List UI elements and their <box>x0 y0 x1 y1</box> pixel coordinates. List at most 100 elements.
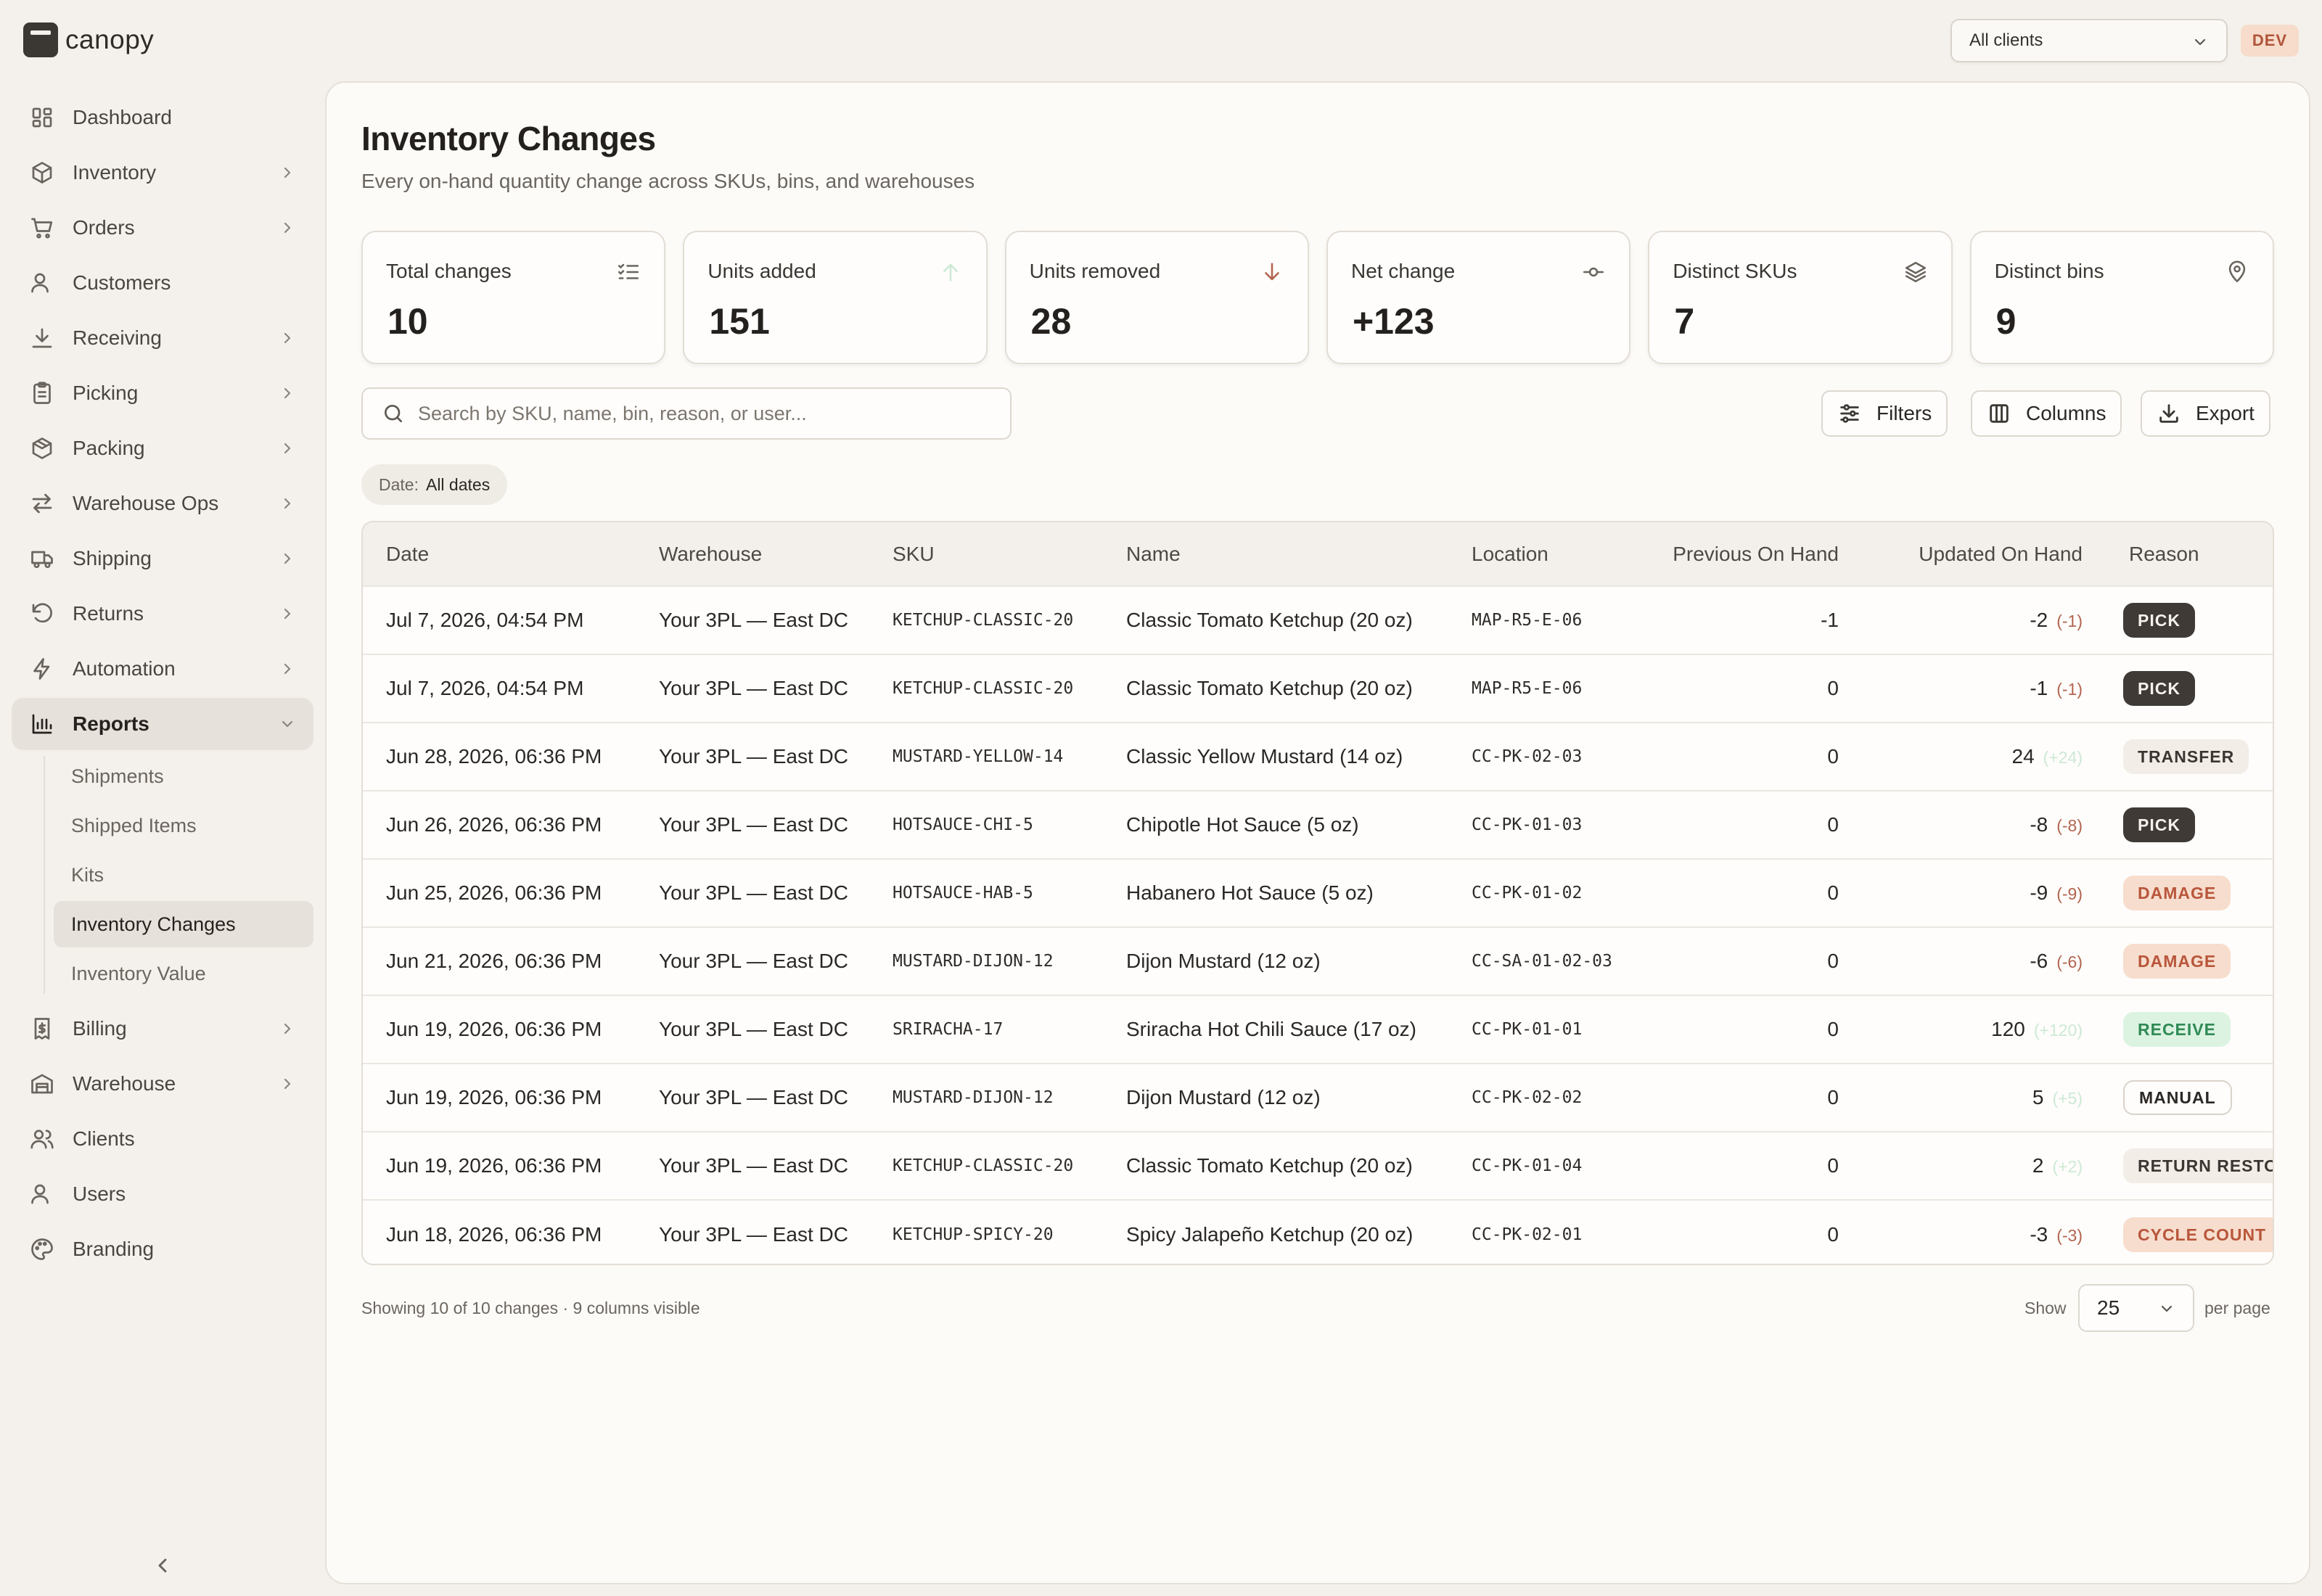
sidebar-item-returns[interactable]: Returns <box>12 588 313 640</box>
chevron-right-icon <box>279 440 296 457</box>
filters-button[interactable]: Filters <box>1821 390 1948 437</box>
cell-location: CC-SA-01-02-03 <box>1472 952 1612 971</box>
sidebar-item-customers[interactable]: Customers <box>12 257 313 309</box>
sidebar-item-warehouse[interactable]: Warehouse <box>12 1058 313 1110</box>
table-row[interactable]: Jun 18, 2026, 06:36 PM Your 3PL — East DC… <box>363 1200 2273 1264</box>
sidebar-item-label: Clients <box>73 1127 135 1150</box>
users-icon <box>29 1126 55 1152</box>
page-size-select[interactable]: 25 <box>2078 1284 2194 1332</box>
column-header-warehouse[interactable]: Warehouse <box>636 522 869 586</box>
sidebar-item-label: Shipping <box>73 547 152 569</box>
cell-name: Classic Tomato Ketchup (20 oz) <box>1126 1154 1413 1177</box>
sidebar-item-automation[interactable]: Automation <box>12 643 313 695</box>
sidebar: canopy Dashboard Inventory Orders Customers… <box>0 0 324 1596</box>
search-input[interactable] <box>418 402 998 425</box>
user-icon <box>29 1181 55 1207</box>
cell-updated-on-hand: 2 (+2) <box>1862 1132 2106 1200</box>
table-row[interactable]: Jul 7, 2026, 04:54 PM Your 3PL — East DC K… <box>363 654 2273 723</box>
updated-value: -3 <box>2030 1222 2048 1246</box>
chevron-down-icon <box>279 715 296 733</box>
table-row[interactable]: Jun 19, 2026, 06:36 PM Your 3PL — East DC… <box>363 1132 2273 1200</box>
sidebar-item-receiving[interactable]: Receiving <box>12 312 313 364</box>
cell-date: Jun 19, 2026, 06:36 PM <box>386 1154 602 1177</box>
cell-updated-on-hand: -2 (-1) <box>1862 586 2106 654</box>
table-summary: Showing 10 of 10 changes · 9 columns vis… <box>361 1299 700 1317</box>
cell-date: Jun 28, 2026, 06:36 PM <box>386 745 602 768</box>
table-row[interactable]: Jun 21, 2026, 06:36 PM Your 3PL — East DC… <box>363 927 2273 995</box>
export-button[interactable]: Export <box>2141 390 2270 437</box>
column-header-name[interactable]: Name <box>1103 522 1448 586</box>
chevron-right-icon <box>279 384 296 402</box>
cell-sku: MUSTARD-YELLOW-14 <box>893 747 1064 766</box>
cell-previous-on-hand: 0 <box>1827 677 1839 699</box>
reason-badge: RECEIVE <box>2123 1012 2231 1047</box>
columns-button[interactable]: Columns <box>1971 390 2122 437</box>
subnav-item-kits[interactable]: Kits <box>54 852 313 898</box>
cell-date: Jun 19, 2026, 06:36 PM <box>386 1018 602 1040</box>
column-header-location[interactable]: Location <box>1448 522 1641 586</box>
sidebar-item-inventory[interactable]: Inventory <box>12 147 313 199</box>
column-header-date[interactable]: Date <box>363 522 636 586</box>
table-header-row: Date Warehouse SKU Name Location Previous On … <box>363 522 2273 586</box>
subnav-item-inventory-value[interactable]: Inventory Value <box>54 950 313 997</box>
cell-name: Sriracha Hot Chili Sauce (17 oz) <box>1126 1018 1416 1040</box>
table-row[interactable]: Jun 25, 2026, 06:36 PM Your 3PL — East DC… <box>363 859 2273 927</box>
stat-label: Distinct SKUs <box>1673 260 1797 282</box>
filters-label: Filters <box>1876 402 1932 424</box>
column-header-updated-on-hand[interactable]: Updated On Hand <box>1862 522 2106 586</box>
box-icon <box>29 160 55 186</box>
subnav-item-shipments[interactable]: Shipments <box>54 753 313 799</box>
sidebar-item-warehouse-ops[interactable]: Warehouse Ops <box>12 477 313 530</box>
sidebar-item-users[interactable]: Users <box>12 1168 313 1220</box>
cell-reason: PICK <box>2106 586 2273 654</box>
table-row[interactable]: Jun 19, 2026, 06:36 PM Your 3PL — East DC… <box>363 995 2273 1064</box>
table-row[interactable]: Jul 7, 2026, 04:54 PM Your 3PL — East DC K… <box>363 586 2273 654</box>
subnav-item-inventory-changes[interactable]: Inventory Changes <box>54 901 313 947</box>
sidebar-item-branding[interactable]: Branding <box>12 1223 313 1275</box>
cell-reason: TRANSFER <box>2106 723 2273 791</box>
sidebar-item-packing[interactable]: Packing <box>12 422 313 474</box>
stats-row: Total changes 10 Units added 151 Units remov… <box>361 231 2274 364</box>
sidebar-item-shipping[interactable]: Shipping <box>12 532 313 585</box>
bar-chart-icon <box>29 711 55 737</box>
collapse-sidebar-icon[interactable] <box>151 1554 174 1577</box>
dashboard-icon <box>29 104 55 131</box>
per-page-label: per page <box>2204 1299 2270 1317</box>
client-select[interactable]: All clients <box>1950 19 2228 62</box>
sidebar-item-label: Packing <box>73 437 145 459</box>
sidebar-item-orders[interactable]: Orders <box>12 202 313 254</box>
column-header-sku[interactable]: SKU <box>869 522 1103 586</box>
search-box[interactable] <box>361 387 1012 440</box>
date-filter-chip[interactable]: Date: All dates <box>361 464 508 505</box>
column-header-previous-on-hand[interactable]: Previous On Hand <box>1641 522 1862 586</box>
delta-value: (-1) <box>2056 612 2083 630</box>
updated-value: -6 <box>2030 950 2048 972</box>
sidebar-item-picking[interactable]: Picking <box>12 367 313 419</box>
cell-previous-on-hand: 0 <box>1827 1222 1839 1246</box>
sidebar-item-reports[interactable]: Reports <box>12 698 313 750</box>
sidebar-item-label: Warehouse Ops <box>73 492 219 514</box>
cell-sku: KETCHUP-CLASSIC-20 <box>893 679 1074 698</box>
table-row[interactable]: Jun 28, 2026, 06:36 PM Your 3PL — East DC… <box>363 723 2273 791</box>
sidebar-item-label: Orders <box>73 216 135 239</box>
column-header-reason[interactable]: Reason <box>2106 522 2273 586</box>
cell-updated-on-hand: 5 (+5) <box>1862 1064 2106 1132</box>
table-row[interactable]: Jun 19, 2026, 06:36 PM Your 3PL — East DC… <box>363 1064 2273 1132</box>
table-row[interactable]: Jun 26, 2026, 06:36 PM Your 3PL — East DC… <box>363 791 2273 859</box>
sidebar-item-label: Dashboard <box>73 106 172 128</box>
cell-name: Dijon Mustard (12 oz) <box>1126 1086 1321 1108</box>
sidebar-item-label: Automation <box>73 657 176 680</box>
cell-location: CC-PK-02-03 <box>1472 747 1583 766</box>
package-icon <box>29 435 55 461</box>
cell-reason: CYCLE COUNT <box>2106 1200 2273 1264</box>
reason-badge: DAMAGE <box>2123 876 2231 910</box>
sidebar-item-billing[interactable]: Billing <box>12 1003 313 1055</box>
sidebar-item-dashboard[interactable]: Dashboard <box>12 91 313 144</box>
cell-previous-on-hand: 0 <box>1827 1154 1839 1177</box>
sidebar-item-label: Customers <box>73 271 171 294</box>
brand[interactable]: canopy <box>23 22 154 58</box>
subnav-item-shipped-items[interactable]: Shipped Items <box>54 802 313 849</box>
sidebar-item-clients[interactable]: Clients <box>12 1113 313 1165</box>
chevron-down-icon <box>2191 33 2209 51</box>
cell-date: Jun 26, 2026, 06:36 PM <box>386 813 602 836</box>
